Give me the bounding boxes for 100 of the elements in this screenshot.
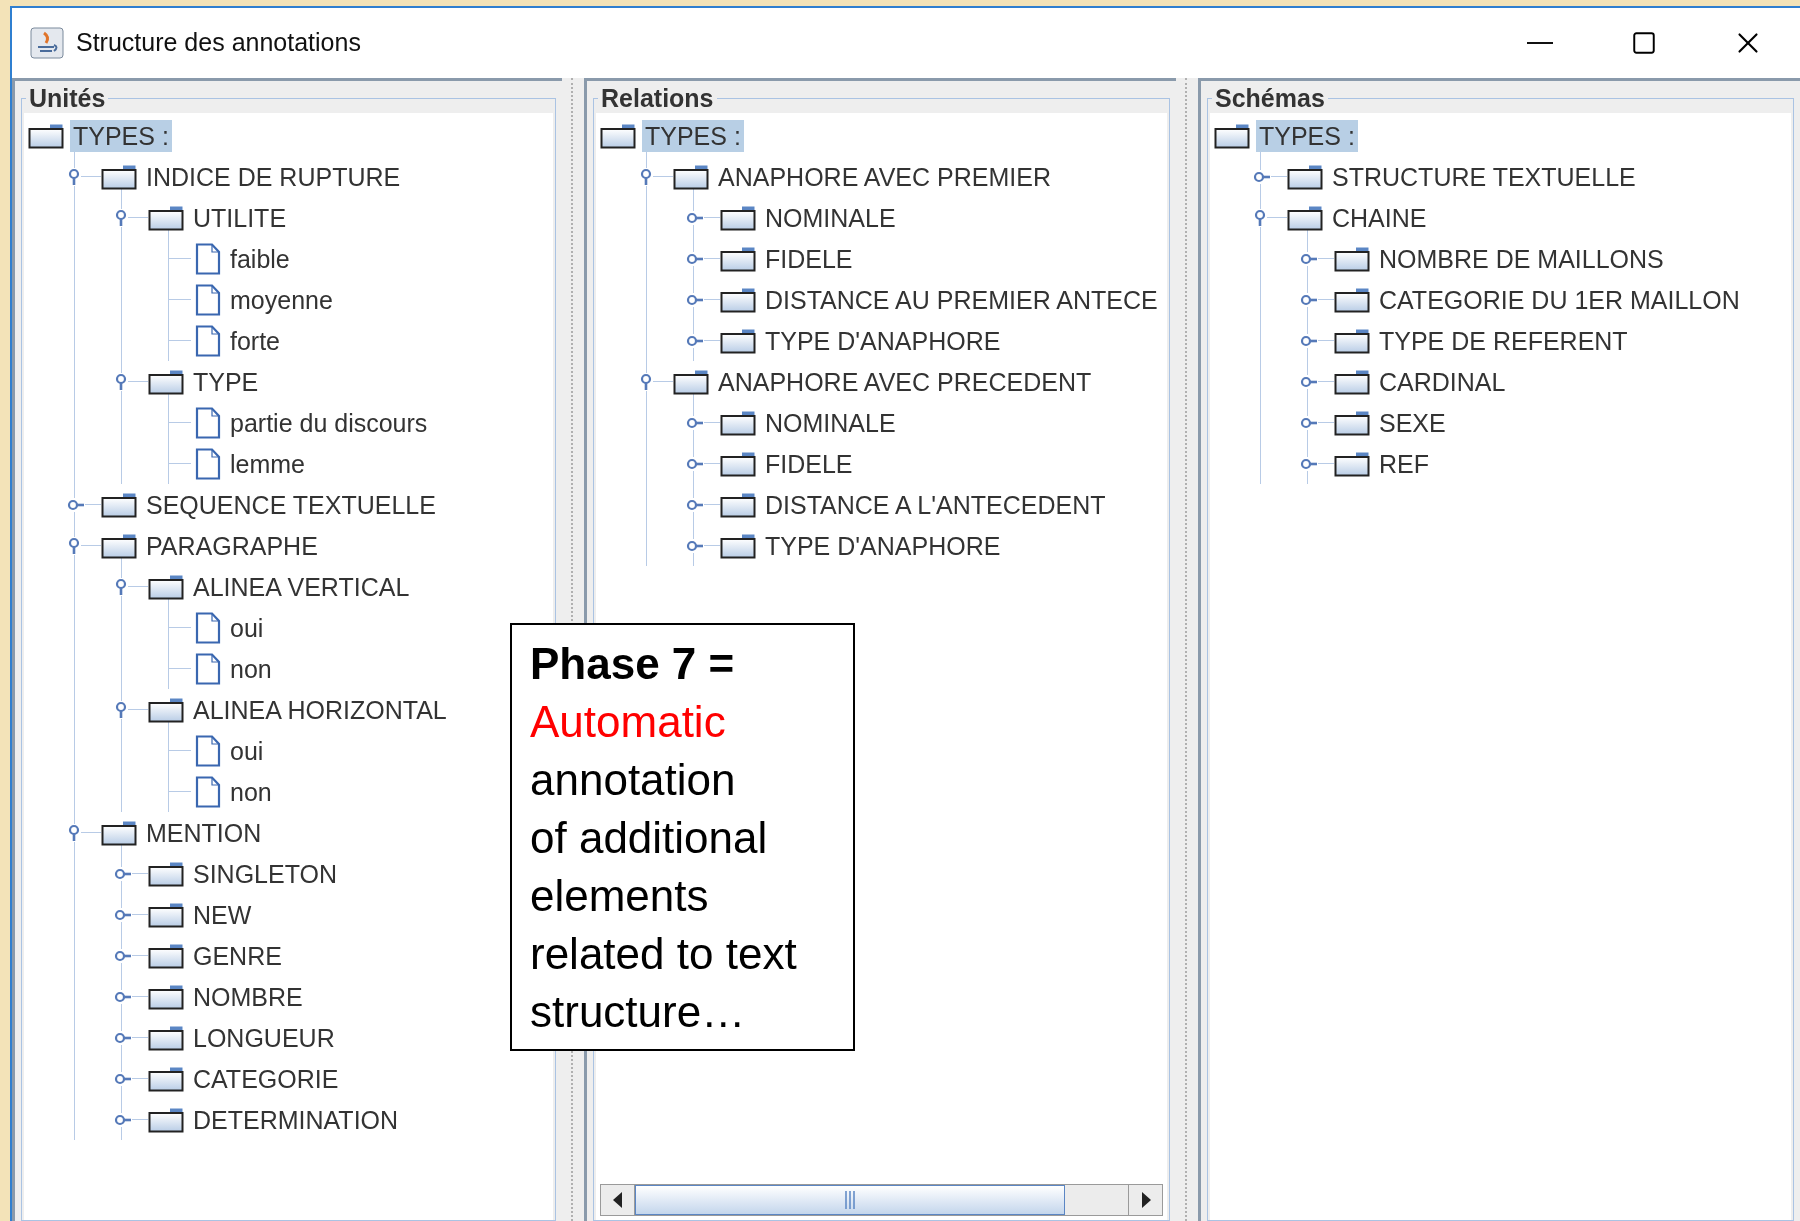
- folder-icon: [1334, 245, 1370, 272]
- tree-item-label[interactable]: TYPE D'ANAPHORE: [762, 324, 1004, 357]
- document-icon: [195, 406, 221, 439]
- folder-icon: [148, 204, 184, 231]
- tree-item-label[interactable]: NOMBRE: [190, 980, 306, 1013]
- tree-item-label[interactable]: DETERMINATION: [190, 1103, 402, 1136]
- folder-icon: [1287, 204, 1323, 231]
- document-icon: [195, 652, 221, 685]
- folder-icon: [720, 327, 756, 354]
- tree-item-label[interactable]: ANAPHORE AVEC PRECEDENT: [715, 365, 1095, 398]
- tree-item-label[interactable]: partie du discours: [227, 406, 431, 439]
- folder-icon: [148, 696, 184, 723]
- folder-icon: [720, 245, 756, 272]
- folder-icon: [101, 163, 137, 190]
- tree-item-label[interactable]: SEQUENCE TEXTUELLE: [143, 488, 439, 521]
- minimize-icon: [1527, 42, 1553, 44]
- callout-heading: Phase 7 =: [530, 638, 736, 690]
- folder-icon: [720, 409, 756, 436]
- folder-icon: [1334, 450, 1370, 477]
- tree-item-label[interactable]: GENRE: [190, 939, 285, 972]
- tree-item-label[interactable]: TYPE D'ANAPHORE: [762, 529, 1004, 562]
- document-icon: [195, 611, 221, 644]
- tree-item-label[interactable]: faible: [227, 242, 293, 275]
- tree-item-label[interactable]: STRUCTURE TEXTUELLE: [1329, 160, 1639, 193]
- tree-item-label[interactable]: DISTANCE A L'ANTECEDENT: [762, 488, 1109, 521]
- tree-item-label[interactable]: SEXE: [1376, 406, 1449, 439]
- folder-icon: [673, 368, 709, 395]
- folder-icon: [720, 491, 756, 518]
- document-icon: [195, 324, 221, 357]
- folder-icon: [148, 860, 184, 887]
- folder-icon: [101, 819, 137, 846]
- right-arrow-icon: [1140, 1192, 1151, 1208]
- callout-highlight: Automatic: [530, 696, 727, 748]
- document-icon: [195, 242, 221, 275]
- tree-item-label[interactable]: oui: [227, 611, 267, 644]
- tree-item-label[interactable]: SINGLETON: [190, 857, 341, 890]
- folder-icon: [720, 286, 756, 313]
- tree-item-label[interactable]: TYPES :: [642, 119, 744, 152]
- tree-item-label[interactable]: FIDELE: [762, 242, 856, 275]
- tree-item-label[interactable]: lemme: [227, 447, 308, 480]
- window-title: Structure des annotations: [76, 27, 361, 59]
- panel-title: Unités: [28, 83, 107, 113]
- callout-text: annotation of additional elements related to text structure…: [530, 754, 798, 1038]
- folder-icon: [148, 1106, 184, 1133]
- scroll-thumb[interactable]: [635, 1185, 1065, 1215]
- document-icon: [195, 283, 221, 316]
- folder-icon: [148, 368, 184, 395]
- folder-icon: [28, 122, 64, 149]
- folder-icon: [720, 532, 756, 559]
- tree-item-label[interactable]: INDICE DE RUPTURE: [143, 160, 404, 193]
- document-icon: [195, 775, 221, 808]
- document-icon: [195, 447, 221, 480]
- folder-icon: [1334, 286, 1370, 313]
- app-icon: [30, 27, 64, 59]
- folder-icon: [148, 901, 184, 928]
- tree-item-label[interactable]: CATEGORIE DU 1ER MAILLON: [1376, 283, 1743, 316]
- tree-item-label[interactable]: non: [227, 652, 275, 685]
- tree-item-label[interactable]: CARDINAL: [1376, 365, 1509, 398]
- tree-item-label[interactable]: NOMINALE: [762, 406, 899, 439]
- folder-icon: [148, 573, 184, 600]
- tree-item-label[interactable]: TYPE DE REFERENT: [1376, 324, 1631, 357]
- tree-item-label[interactable]: UTILITE: [190, 201, 290, 234]
- tree-item-label[interactable]: DISTANCE AU PREMIER ANTECE: [762, 283, 1161, 316]
- tree-item-label[interactable]: forte: [227, 324, 284, 357]
- tree-item-label[interactable]: CHAINE: [1329, 201, 1430, 234]
- tree-item-label[interactable]: NOMBRE DE MAILLONS: [1376, 242, 1667, 275]
- folder-icon: [1334, 409, 1370, 436]
- folder-icon: [600, 122, 636, 149]
- tree-item-label[interactable]: oui: [227, 734, 267, 767]
- folder-icon: [148, 942, 184, 969]
- tree-item-label[interactable]: non: [227, 775, 275, 808]
- tree-item-label[interactable]: ALINEA VERTICAL: [190, 570, 413, 603]
- tree-item-label[interactable]: ANAPHORE AVEC PREMIER: [715, 160, 1054, 193]
- tree-item-label[interactable]: FIDELE: [762, 447, 856, 480]
- tree-item-label[interactable]: LONGUEUR: [190, 1021, 338, 1054]
- folder-icon: [1334, 327, 1370, 354]
- folder-icon: [1334, 368, 1370, 395]
- folder-icon: [720, 450, 756, 477]
- tree-item-label[interactable]: ALINEA HORIZONTAL: [190, 693, 450, 726]
- folder-icon: [673, 163, 709, 190]
- tree-item-label[interactable]: MENTION: [143, 816, 265, 849]
- left-arrow-icon: [612, 1192, 623, 1208]
- panel-title: Schémas: [1214, 83, 1326, 113]
- tree-item-label[interactable]: REF: [1376, 447, 1432, 480]
- folder-icon: [101, 491, 137, 518]
- tree-item-label[interactable]: PARAGRAPHE: [143, 529, 321, 562]
- document-icon: [195, 734, 221, 767]
- folder-icon: [148, 1024, 184, 1051]
- grip-icon: [845, 1191, 855, 1209]
- tree-item-label[interactable]: NOMINALE: [762, 201, 899, 234]
- folder-icon: [101, 532, 137, 559]
- tree-item-label[interactable]: TYPES :: [70, 119, 172, 152]
- horizontal-scrollbar[interactable]: [600, 1184, 1163, 1216]
- tree-item-label[interactable]: NEW: [190, 898, 255, 931]
- tree-item-label[interactable]: CATEGORIE: [190, 1062, 342, 1095]
- tree-item-label[interactable]: moyenne: [227, 283, 336, 316]
- folder-icon: [148, 1065, 184, 1092]
- folder-icon: [1287, 163, 1323, 190]
- tree-item-label[interactable]: TYPE: [190, 365, 262, 398]
- tree-item-label[interactable]: TYPES :: [1256, 119, 1358, 152]
